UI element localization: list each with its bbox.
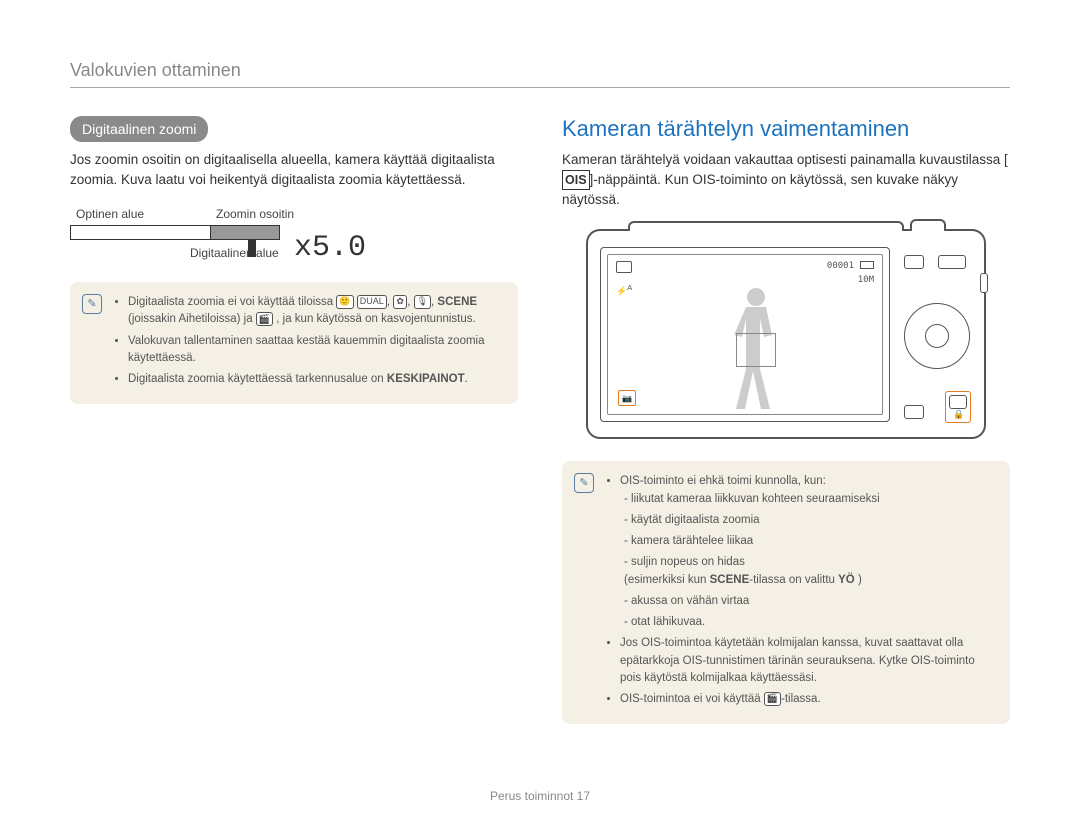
- left-column: Digitaalinen zoomi Jos zoomin osoitin on…: [70, 116, 518, 724]
- page-header-title: Valokuvien ottaminen: [70, 60, 1010, 81]
- note1-post1: (joissakin Aihetiloissa) ja: [128, 313, 256, 325]
- camera-button-bottom-left: [904, 405, 924, 419]
- digital-zoom-intro: Jos zoomin osoitin on digitaalisella alu…: [70, 150, 518, 189]
- zoom-note-box: ✎ Digitaalista zoomia ei voi käyttää til…: [70, 282, 518, 404]
- ois-note-box: ✎ OIS-toiminto ei ehkä toimi kunnolla, k…: [562, 461, 1010, 724]
- camera-body: ⚡A 📷 00001 10M: [586, 229, 986, 439]
- zoom-note-3: Digitaalista zoomia käytettäessä tarkenn…: [128, 371, 504, 388]
- note-icon: ✎: [82, 294, 102, 314]
- ois-ex-scene: SCENE: [710, 574, 750, 586]
- screen-frame-count: 00001: [827, 261, 854, 271]
- zoom-pointer-icon: [248, 239, 256, 257]
- zoom-note-2: Valokuvan tallentaminen saattaa kestää k…: [128, 333, 504, 368]
- ois-sub-2: käytät digitaalista zoomia: [624, 512, 996, 529]
- camera-button-top-left: [904, 255, 924, 269]
- screen-camera-icon: [616, 261, 632, 273]
- page-header: Valokuvien ottaminen: [70, 60, 1010, 88]
- screen-battery-icon: [860, 261, 874, 269]
- ois-heading: Kameran tärähtelyn vaimentaminen: [562, 116, 1010, 142]
- mode-movie-icon: 🎬: [256, 312, 273, 326]
- mode-beauty-icon: ✿: [393, 295, 407, 309]
- optical-range-label: Optinen alue: [76, 207, 216, 221]
- ois-note-3-post: -tilassa.: [781, 693, 821, 705]
- ois-sub-4-text: suljin nopeus on hidas: [631, 556, 745, 568]
- camera-screen-inner: ⚡A 📷 00001 10M: [607, 254, 883, 415]
- ois-note-lead: OIS-toiminto ei ehkä toimi kunnolla, kun…: [620, 473, 996, 631]
- note1-post2: , ja kun käytössä on kasvojentunnistus.: [276, 313, 475, 325]
- screen-ois-icon: 📷: [618, 390, 636, 406]
- camera-button-top-right: [938, 255, 966, 269]
- ois-key-label: OIS: [562, 170, 590, 190]
- footer-page: 17: [577, 789, 590, 803]
- scene-label: SCENE: [437, 296, 477, 308]
- note3-pre: Digitaalista zoomia käytettäessä tarkenn…: [128, 373, 387, 385]
- ois-button-highlight: 🔒: [945, 391, 971, 423]
- camera-dpad: [904, 303, 970, 369]
- zoom-diagram: Optinen alue Zoomin osoitin x5.0 Digitaa…: [70, 207, 400, 260]
- ois-note-lead-text: OIS-toiminto ei ehkä toimi kunnolla, kun…: [620, 475, 826, 487]
- note3-bold: KESKIPAINOT: [387, 373, 465, 385]
- zoom-bar-digital: [211, 226, 279, 239]
- camera-diagram: ⚡A 📷 00001 10M: [562, 229, 1010, 439]
- screen-focus-box: [736, 333, 776, 367]
- zoom-bar: [70, 225, 280, 240]
- ois-intro-pre: Kameran tärähtelyä voidaan vakauttaa opt…: [562, 152, 1008, 167]
- note1-sep2: ,: [407, 296, 413, 308]
- mode-smile-icon: 🙂: [336, 295, 353, 309]
- camera-shutter-button: [910, 219, 946, 231]
- note1-pre: Digitaalista zoomia ei voi käyttää tiloi…: [128, 296, 336, 308]
- ois-note-3-pre: OIS-toimintoa ei voi käyttää: [620, 693, 764, 705]
- ois-ex-mid: -tilassa on valittu: [749, 574, 838, 586]
- zoom-pointer-label: Zoomin osoitin: [216, 207, 294, 221]
- ois-intro-post: ]-näppäintä. Kun OIS-toiminto on käytöss…: [562, 172, 958, 207]
- screen-flash-icon: ⚡A: [616, 283, 632, 297]
- ois-sub-3: kamera tärähtelee liikaa: [624, 533, 996, 550]
- ois-intro: Kameran tärähtelyä voidaan vakauttaa opt…: [562, 150, 1010, 209]
- ois-sub-1: liikutat kameraa liikkuvan kohteen seura…: [624, 491, 996, 508]
- lock-icon: 🔒: [953, 409, 964, 420]
- camera-screen: ⚡A 📷 00001 10M: [600, 247, 890, 422]
- ois-note-3: OIS-toimintoa ei voi käyttää 🎬-tilassa.: [620, 691, 996, 708]
- screen-resolution: 10M: [858, 275, 874, 285]
- footer-section: Perus toiminnot: [490, 789, 573, 803]
- camera-strap-lug: [980, 273, 988, 293]
- ois-ex-pre: (esimerkiksi kun: [624, 574, 710, 586]
- content-columns: Digitaalinen zoomi Jos zoomin osoitin on…: [70, 116, 1010, 724]
- ois-sub-4: suljin nopeus on hidas (esimerkiksi kun …: [624, 554, 996, 589]
- camera-ois-button: [949, 395, 967, 409]
- ois-ex-bold: YÖ: [838, 574, 855, 586]
- ois-ex-post: ): [855, 574, 862, 586]
- zoom-bar-optical: [71, 226, 211, 239]
- ois-sub-6: otat lähikuvaa.: [624, 614, 996, 631]
- mode-dual-icon: DUAL: [357, 295, 387, 309]
- note-icon: ✎: [574, 473, 594, 493]
- mode-voice-icon: 🎙: [414, 295, 431, 309]
- digital-zoom-pill: Digitaalinen zoomi: [70, 116, 208, 142]
- ois-note-2: Jos OIS-toimintoa käytetään kolmijalan k…: [620, 635, 996, 687]
- right-column: Kameran tärähtelyn vaimentaminen Kameran…: [562, 116, 1010, 724]
- mode-movie-icon: 🎬: [764, 692, 781, 706]
- camera-top-ridge: [628, 221, 904, 231]
- page-footer: Perus toiminnot 17: [0, 789, 1080, 803]
- zoom-note-1: Digitaalista zoomia ei voi käyttää tiloi…: [128, 294, 504, 329]
- ois-sub-5: akussa on vähän virtaa: [624, 593, 996, 610]
- zoom-value: x5.0: [294, 231, 366, 265]
- note3-post: .: [465, 373, 468, 385]
